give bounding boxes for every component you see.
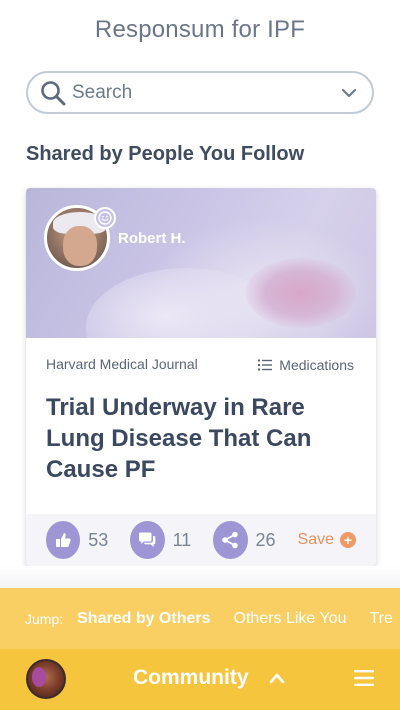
community-nav-label[interactable]: Community [133,666,249,690]
jump-bar: Jump: Shared by Others Others Like You T… [0,588,400,649]
section-title: Shared by People You Follow [26,143,305,165]
search-bar[interactable]: Search [26,71,374,114]
like-button[interactable] [46,521,81,559]
thumbs-up-icon [56,533,71,547]
save-button[interactable]: Save + [297,531,357,549]
list-icon [258,359,273,371]
share-icon [222,531,239,549]
article-card[interactable]: Robert H. Harvard Medical Journal Medica… [26,188,376,566]
user-avatar[interactable] [26,659,66,699]
sharer-name[interactable]: Robert H. [118,230,186,247]
chevron-down-icon[interactable] [340,84,358,102]
share-count: 26 [255,529,276,550]
search-icon [41,80,66,105]
comment-button[interactable] [130,521,165,559]
article-hero-image[interactable]: Robert H. [26,188,376,338]
like-count: 53 [88,529,109,550]
article-category[interactable]: Medications [258,357,354,373]
article-headline[interactable]: Trial Underway in Rare Lung Disease That… [46,392,346,485]
comment-count: 11 [172,529,192,550]
chevron-up-icon[interactable] [268,671,286,685]
article-source: Harvard Medical Journal [46,356,198,372]
comment-icon [139,532,156,547]
search-input[interactable]: Search [72,82,340,104]
hamburger-menu-icon[interactable] [354,669,374,687]
plus-circle-icon: + [340,532,357,548]
bottom-nav: Community [0,649,400,710]
jump-item-shared-by-others[interactable]: Shared by Others [77,610,210,628]
jump-label: Jump: [25,610,64,627]
category-label: Medications [279,357,354,373]
smiley-icon [94,207,116,229]
save-label: Save [297,531,335,548]
card-actions: 53 11 26 Save + [26,514,376,566]
scroll-fade [0,566,400,588]
jump-item-trending[interactable]: Tre [369,610,392,628]
app-title: Responsum for IPF [94,16,306,43]
share-button[interactable] [213,521,248,559]
jump-item-others-like-you[interactable]: Others Like You [234,610,347,628]
